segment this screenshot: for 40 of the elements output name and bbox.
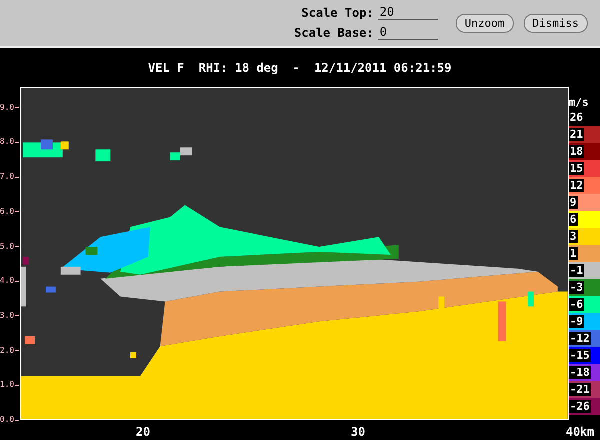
- axis-tick-label: 9.0: [0, 102, 14, 113]
- axis-tick-label: 6.0: [0, 206, 14, 217]
- legend-label: 15: [569, 162, 584, 175]
- legend-label: -3: [569, 281, 584, 294]
- dismiss-button[interactable]: Dismiss: [524, 14, 588, 32]
- plot-title: VEL F RHI: 18 deg - 12/11/2011 06:21:59: [148, 60, 452, 74]
- axis-tick-label: 4.0: [0, 276, 14, 286]
- axis-tick-label: 0.0: [0, 415, 14, 425]
- legend-label: -9: [569, 315, 584, 328]
- legend-label: -21: [569, 383, 591, 396]
- axis-unit: km: [580, 425, 594, 439]
- axis-tick-label: 3.0: [0, 310, 14, 321]
- axis-tick-label: 2.0: [0, 346, 14, 356]
- legend-label: 26: [569, 111, 584, 124]
- legend-label: 12: [569, 179, 584, 192]
- legend-label: 3: [569, 230, 578, 243]
- field-label: Scale Top:: [300, 6, 374, 20]
- legend-label: -26: [569, 400, 591, 413]
- axis-tick-label: 8.0: [0, 137, 14, 148]
- legend-label: 9: [569, 196, 578, 209]
- legend-label: 6: [569, 213, 578, 226]
- axis-tick-label: 20: [136, 425, 150, 439]
- legend-label: 18: [569, 145, 584, 158]
- legend-label: -1: [569, 264, 584, 277]
- axis-tick-label: 7.0: [0, 172, 14, 182]
- axis-tick-label: 40: [566, 425, 580, 439]
- unzoom-button[interactable]: Unzoom: [456, 14, 514, 32]
- legend-unit: m/s: [569, 97, 590, 109]
- legend-label: 21: [569, 128, 584, 141]
- legend-label: -15: [569, 349, 591, 362]
- axis-tick-label: 1.0: [0, 380, 14, 390]
- input-field[interactable]: 0: [378, 26, 438, 40]
- legend-label: -12: [569, 332, 591, 345]
- axis-tick-label: 5.0: [0, 242, 14, 252]
- axis-tick-label: 30: [351, 425, 366, 439]
- legend-label: -6: [569, 298, 584, 311]
- field-label: Scale Base:: [294, 26, 374, 40]
- input-field[interactable]: 20: [378, 6, 438, 20]
- legend-label: -18: [569, 366, 591, 379]
- legend-label: 1: [569, 247, 578, 260]
